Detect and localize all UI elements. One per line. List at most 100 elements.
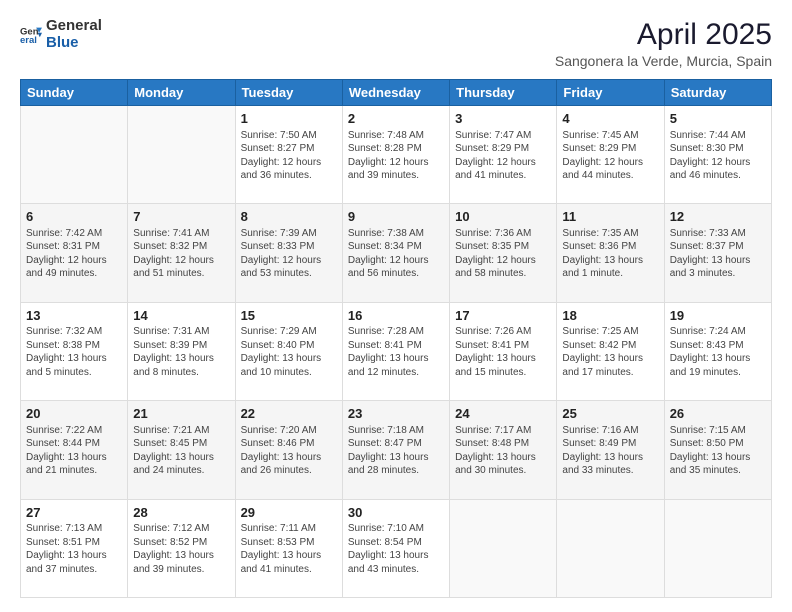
calendar-cell: 9Sunrise: 7:38 AM Sunset: 8:34 PM Daylig… [342, 204, 449, 302]
calendar-cell: 1Sunrise: 7:50 AM Sunset: 8:27 PM Daylig… [235, 106, 342, 204]
day-info: Sunrise: 7:50 AM Sunset: 8:27 PM Dayligh… [241, 129, 337, 183]
calendar-cell: 11Sunrise: 7:35 AM Sunset: 8:36 PM Dayli… [557, 204, 664, 302]
calendar-cell: 17Sunrise: 7:26 AM Sunset: 8:41 PM Dayli… [450, 302, 557, 400]
calendar-cell: 28Sunrise: 7:12 AM Sunset: 8:52 PM Dayli… [128, 499, 235, 597]
day-info: Sunrise: 7:16 AM Sunset: 8:49 PM Dayligh… [562, 424, 658, 478]
calendar-cell: 14Sunrise: 7:31 AM Sunset: 8:39 PM Dayli… [128, 302, 235, 400]
day-number: 14 [133, 307, 229, 325]
day-info: Sunrise: 7:39 AM Sunset: 8:33 PM Dayligh… [241, 227, 337, 281]
day-number: 20 [26, 405, 122, 423]
day-number: 23 [348, 405, 444, 423]
calendar-cell: 24Sunrise: 7:17 AM Sunset: 8:48 PM Dayli… [450, 401, 557, 499]
day-number: 17 [455, 307, 551, 325]
calendar-cell [128, 106, 235, 204]
logo-blue: Blue [46, 35, 102, 52]
day-number: 25 [562, 405, 658, 423]
calendar-table: SundayMondayTuesdayWednesdayThursdayFrid… [20, 79, 772, 598]
day-number: 11 [562, 208, 658, 226]
day-number: 5 [670, 110, 766, 128]
calendar-cell: 20Sunrise: 7:22 AM Sunset: 8:44 PM Dayli… [21, 401, 128, 499]
day-number: 8 [241, 208, 337, 226]
day-number: 6 [26, 208, 122, 226]
day-number: 24 [455, 405, 551, 423]
day-number: 1 [241, 110, 337, 128]
calendar-cell: 15Sunrise: 7:29 AM Sunset: 8:40 PM Dayli… [235, 302, 342, 400]
day-info: Sunrise: 7:24 AM Sunset: 8:43 PM Dayligh… [670, 325, 766, 379]
day-info: Sunrise: 7:42 AM Sunset: 8:31 PM Dayligh… [26, 227, 122, 281]
day-info: Sunrise: 7:33 AM Sunset: 8:37 PM Dayligh… [670, 227, 766, 281]
logo-icon: Gen eral [20, 24, 42, 46]
day-number: 18 [562, 307, 658, 325]
day-number: 21 [133, 405, 229, 423]
day-number: 13 [26, 307, 122, 325]
day-number: 3 [455, 110, 551, 128]
day-number: 26 [670, 405, 766, 423]
day-info: Sunrise: 7:31 AM Sunset: 8:39 PM Dayligh… [133, 325, 229, 379]
day-info: Sunrise: 7:13 AM Sunset: 8:51 PM Dayligh… [26, 522, 122, 576]
calendar-cell: 18Sunrise: 7:25 AM Sunset: 8:42 PM Dayli… [557, 302, 664, 400]
day-info: Sunrise: 7:20 AM Sunset: 8:46 PM Dayligh… [241, 424, 337, 478]
calendar-cell [450, 499, 557, 597]
day-info: Sunrise: 7:44 AM Sunset: 8:30 PM Dayligh… [670, 129, 766, 183]
day-info: Sunrise: 7:32 AM Sunset: 8:38 PM Dayligh… [26, 325, 122, 379]
day-of-week-header: Sunday [21, 80, 128, 106]
week-row: 20Sunrise: 7:22 AM Sunset: 8:44 PM Dayli… [21, 401, 772, 499]
svg-text:eral: eral [20, 35, 37, 46]
day-of-week-header: Monday [128, 80, 235, 106]
day-of-week-header: Tuesday [235, 80, 342, 106]
calendar-cell [557, 499, 664, 597]
day-number: 2 [348, 110, 444, 128]
calendar-cell: 26Sunrise: 7:15 AM Sunset: 8:50 PM Dayli… [664, 401, 771, 499]
day-info: Sunrise: 7:36 AM Sunset: 8:35 PM Dayligh… [455, 227, 551, 281]
week-row: 6Sunrise: 7:42 AM Sunset: 8:31 PM Daylig… [21, 204, 772, 302]
day-number: 19 [670, 307, 766, 325]
calendar-cell: 2Sunrise: 7:48 AM Sunset: 8:28 PM Daylig… [342, 106, 449, 204]
calendar-cell: 16Sunrise: 7:28 AM Sunset: 8:41 PM Dayli… [342, 302, 449, 400]
calendar-cell: 29Sunrise: 7:11 AM Sunset: 8:53 PM Dayli… [235, 499, 342, 597]
day-header-row: SundayMondayTuesdayWednesdayThursdayFrid… [21, 80, 772, 106]
calendar-cell: 22Sunrise: 7:20 AM Sunset: 8:46 PM Dayli… [235, 401, 342, 499]
day-number: 30 [348, 504, 444, 522]
calendar-cell: 13Sunrise: 7:32 AM Sunset: 8:38 PM Dayli… [21, 302, 128, 400]
week-row: 13Sunrise: 7:32 AM Sunset: 8:38 PM Dayli… [21, 302, 772, 400]
day-of-week-header: Wednesday [342, 80, 449, 106]
week-row: 1Sunrise: 7:50 AM Sunset: 8:27 PM Daylig… [21, 106, 772, 204]
calendar-cell: 21Sunrise: 7:21 AM Sunset: 8:45 PM Dayli… [128, 401, 235, 499]
calendar-cell: 19Sunrise: 7:24 AM Sunset: 8:43 PM Dayli… [664, 302, 771, 400]
day-info: Sunrise: 7:38 AM Sunset: 8:34 PM Dayligh… [348, 227, 444, 281]
day-info: Sunrise: 7:35 AM Sunset: 8:36 PM Dayligh… [562, 227, 658, 281]
day-number: 12 [670, 208, 766, 226]
day-number: 29 [241, 504, 337, 522]
calendar-cell: 27Sunrise: 7:13 AM Sunset: 8:51 PM Dayli… [21, 499, 128, 597]
calendar-subtitle: Sangonera la Verde, Murcia, Spain [555, 53, 772, 69]
day-info: Sunrise: 7:22 AM Sunset: 8:44 PM Dayligh… [26, 424, 122, 478]
calendar-cell: 7Sunrise: 7:41 AM Sunset: 8:32 PM Daylig… [128, 204, 235, 302]
day-info: Sunrise: 7:21 AM Sunset: 8:45 PM Dayligh… [133, 424, 229, 478]
day-info: Sunrise: 7:18 AM Sunset: 8:47 PM Dayligh… [348, 424, 444, 478]
calendar-cell: 5Sunrise: 7:44 AM Sunset: 8:30 PM Daylig… [664, 106, 771, 204]
day-info: Sunrise: 7:12 AM Sunset: 8:52 PM Dayligh… [133, 522, 229, 576]
page: Gen eral General Blue April 2025 Sangone… [0, 0, 792, 612]
day-number: 22 [241, 405, 337, 423]
calendar-cell: 4Sunrise: 7:45 AM Sunset: 8:29 PM Daylig… [557, 106, 664, 204]
logo-general: General [46, 18, 102, 35]
day-info: Sunrise: 7:15 AM Sunset: 8:50 PM Dayligh… [670, 424, 766, 478]
day-info: Sunrise: 7:48 AM Sunset: 8:28 PM Dayligh… [348, 129, 444, 183]
day-of-week-header: Saturday [664, 80, 771, 106]
day-of-week-header: Thursday [450, 80, 557, 106]
calendar-cell: 10Sunrise: 7:36 AM Sunset: 8:35 PM Dayli… [450, 204, 557, 302]
day-info: Sunrise: 7:45 AM Sunset: 8:29 PM Dayligh… [562, 129, 658, 183]
logo: Gen eral General Blue [20, 18, 102, 51]
day-info: Sunrise: 7:28 AM Sunset: 8:41 PM Dayligh… [348, 325, 444, 379]
day-info: Sunrise: 7:41 AM Sunset: 8:32 PM Dayligh… [133, 227, 229, 281]
calendar-title: April 2025 [555, 18, 772, 51]
day-number: 28 [133, 504, 229, 522]
day-of-week-header: Friday [557, 80, 664, 106]
calendar-cell: 6Sunrise: 7:42 AM Sunset: 8:31 PM Daylig… [21, 204, 128, 302]
calendar-cell [21, 106, 128, 204]
day-info: Sunrise: 7:47 AM Sunset: 8:29 PM Dayligh… [455, 129, 551, 183]
header: Gen eral General Blue April 2025 Sangone… [20, 18, 772, 69]
day-info: Sunrise: 7:26 AM Sunset: 8:41 PM Dayligh… [455, 325, 551, 379]
calendar-cell [664, 499, 771, 597]
calendar-cell: 25Sunrise: 7:16 AM Sunset: 8:49 PM Dayli… [557, 401, 664, 499]
